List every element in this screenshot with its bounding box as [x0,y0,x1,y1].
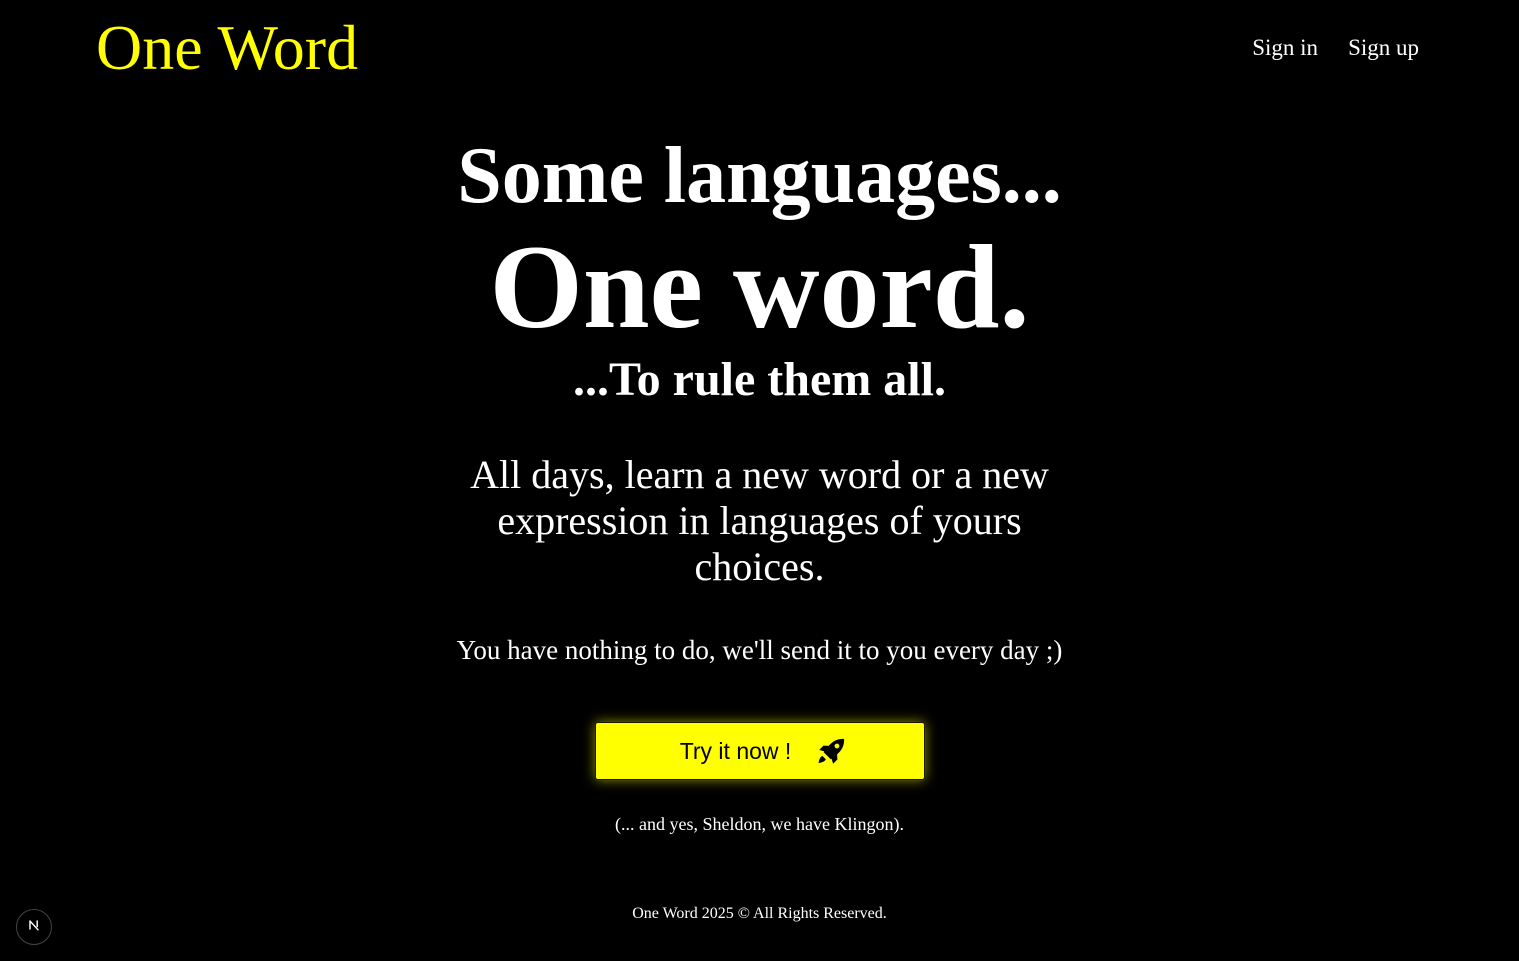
hero-note: You have nothing to do, we'll send it to… [456,635,1063,665]
klingon-note: (... and yes, Sheldon, we have Klingon). [615,814,904,834]
hero-heading-some-languages: Some languages... [457,132,1062,220]
sign-up-link[interactable]: Sign up [1348,32,1419,64]
site-footer: One Word 2025 © All Rights Reserved. [0,903,1519,925]
try-it-now-button[interactable]: Try it now ! [594,722,925,780]
nextjs-icon [26,917,42,938]
landing-page: One Word Sign in Sign up Some languages.… [0,0,1519,961]
hero-section: Some languages... One word. ...To rule t… [0,130,1519,853]
hero-heading-rule-them-all: ...To rule them all. [573,353,946,406]
copyright-text: One Word 2025 © All Rights Reserved. [632,905,887,922]
try-it-now-label: Try it now ! [679,737,792,764]
sign-in-link[interactable]: Sign in [1252,32,1318,64]
top-nav: Sign in Sign up [1252,32,1419,64]
hero-description: All days, learn a new word or a new expr… [470,452,1049,589]
cta-container: Try it now ! [0,722,1519,780]
logo[interactable]: One Word [96,12,358,84]
site-header: One Word Sign in Sign up [0,0,1519,96]
rocket-icon [815,734,849,768]
nextjs-dev-badge[interactable] [16,909,52,945]
hero-heading-one-word: One word. [489,220,1030,353]
